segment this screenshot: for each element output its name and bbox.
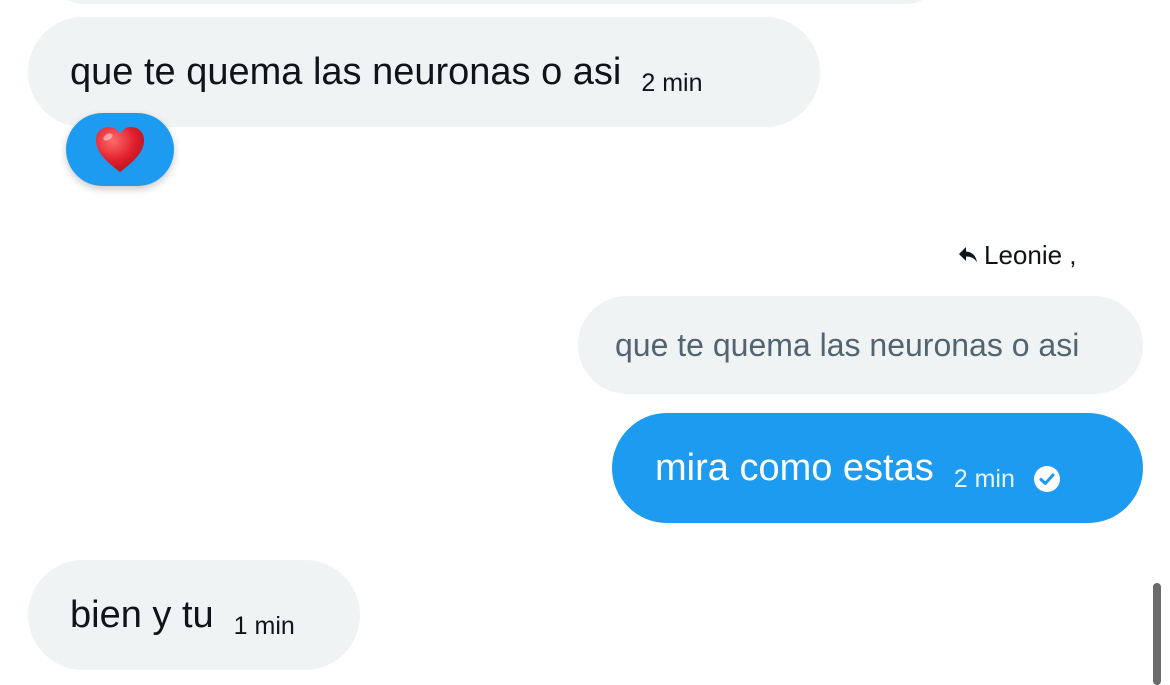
message-text: que te quema las neuronas o asi [70, 51, 622, 93]
sent-message-bubble[interactable]: mira como estas 2 min [612, 413, 1143, 523]
reply-to-label: Leonie , [958, 238, 1077, 272]
message-timestamp: 1 min [233, 611, 295, 640]
previous-message-bubble-edge[interactable] [45, 0, 945, 4]
received-message-bubble[interactable]: que te quema las neuronas o asi 2 min [28, 17, 820, 127]
received-message-bubble[interactable]: bien y tu 1 min [28, 560, 360, 670]
message-timestamp: 2 min [641, 68, 703, 97]
quoted-message[interactable]: que te quema las neuronas o asi [578, 296, 1143, 394]
message-text: bien y tu [70, 594, 214, 636]
message-text: mira como estas [655, 447, 934, 489]
heart-icon [96, 126, 144, 172]
sent-check-icon [1033, 465, 1061, 493]
chat-conversation: que te quema las neuronas o asi 2 min Le… [0, 0, 1170, 685]
heart-reaction-badge[interactable] [66, 113, 174, 186]
quoted-message-text: que te quema las neuronas o asi [615, 326, 1080, 363]
scrollbar-thumb[interactable] [1153, 583, 1161, 685]
reply-recipient-name: Leonie , [984, 239, 1077, 270]
reply-arrow-icon [959, 247, 977, 263]
message-timestamp: 2 min [953, 464, 1015, 493]
